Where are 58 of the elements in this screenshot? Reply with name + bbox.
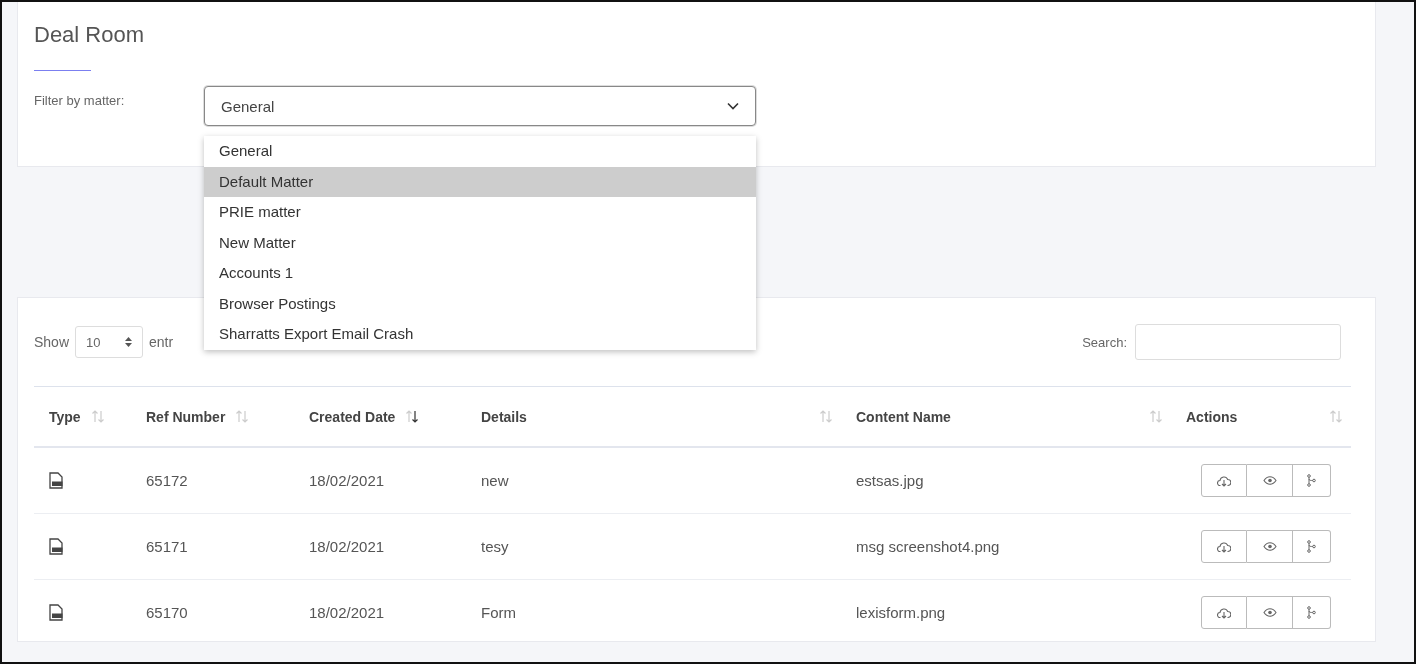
- cloud-download-icon: [1217, 474, 1231, 487]
- file-icon: [49, 472, 63, 489]
- branch-icon: [1307, 540, 1316, 553]
- title-underline: [34, 70, 91, 71]
- content-name: estsas.jpg: [856, 472, 924, 489]
- column-header[interactable]: Created Date: [309, 408, 396, 425]
- ref-number: 65170: [146, 604, 188, 621]
- branch-icon: [1307, 474, 1316, 487]
- download-button[interactable]: [1201, 530, 1247, 563]
- details-text: Form: [481, 604, 516, 621]
- created-date: 18/02/2021: [309, 538, 385, 555]
- cloud-download-icon: [1217, 540, 1231, 553]
- view-button[interactable]: [1247, 596, 1293, 629]
- sort-icon[interactable]: [405, 410, 420, 423]
- content-name: msg screenshot4.png: [856, 538, 1000, 555]
- created-date: 18/02/2021: [309, 472, 385, 489]
- file-icon: [49, 604, 63, 621]
- ref-number: 65171: [146, 538, 188, 555]
- branch-button[interactable]: [1293, 464, 1331, 497]
- page-title: Deal Room: [34, 21, 145, 49]
- details-text: tesy: [481, 538, 509, 555]
- view-button[interactable]: [1247, 530, 1293, 563]
- file-icon: [49, 538, 63, 555]
- branch-icon: [1307, 606, 1316, 619]
- matter-option[interactable]: Default Matter: [204, 166, 756, 197]
- branch-button[interactable]: [1293, 530, 1331, 563]
- filter-label: Filter by matter:: [34, 92, 126, 108]
- cloud-download-icon: [1217, 606, 1231, 619]
- download-button[interactable]: [1201, 464, 1247, 497]
- matter-option[interactable]: Browser Postings: [204, 288, 756, 319]
- details-text: new: [481, 472, 509, 489]
- search-label: Search:: [1082, 334, 1127, 350]
- column-header[interactable]: Details: [481, 408, 527, 425]
- eye-icon: [1262, 608, 1277, 617]
- column-header[interactable]: Ref Number: [146, 408, 226, 425]
- entries-label: entr: [149, 334, 174, 350]
- view-button[interactable]: [1247, 464, 1293, 497]
- branch-button[interactable]: [1293, 596, 1331, 629]
- column-header[interactable]: Content Name: [856, 408, 951, 425]
- search-field[interactable]: [1135, 324, 1341, 360]
- matter-option[interactable]: New Matter: [204, 227, 756, 258]
- matter-option[interactable]: General: [204, 136, 756, 167]
- sort-toggle-icon: [125, 337, 133, 347]
- created-date: 18/02/2021: [309, 604, 385, 621]
- chevron-icon: [727, 102, 739, 110]
- matter-select[interactable]: General: [204, 86, 756, 126]
- page-size-select[interactable]: 10: [75, 326, 144, 358]
- matter-option[interactable]: Sharratts Export Email Crash: [204, 319, 756, 350]
- column-header[interactable]: Type: [49, 408, 81, 425]
- eye-icon: [1262, 476, 1277, 485]
- matter-option[interactable]: Accounts 1: [204, 258, 756, 289]
- show-label: Show: [34, 334, 70, 350]
- matter-option[interactable]: PRIE matter: [204, 197, 756, 228]
- content-name: lexisform.png: [856, 604, 946, 621]
- ref-number: 65172: [146, 472, 188, 489]
- eye-icon: [1262, 542, 1277, 551]
- download-button[interactable]: [1201, 596, 1247, 629]
- column-header[interactable]: Actions: [1186, 408, 1238, 425]
